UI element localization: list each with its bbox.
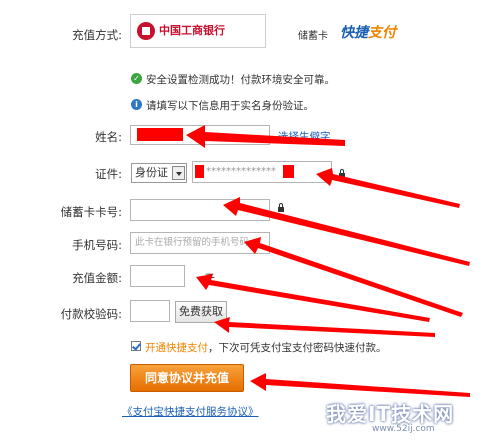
arrow-name [186, 125, 345, 148]
watermark-url: www.52ij.com [372, 424, 435, 434]
arrow-card [223, 197, 470, 266]
watermark: 我爱IT技术网 [326, 402, 455, 426]
arrow-submit [250, 373, 470, 397]
arrow-amount [196, 274, 430, 322]
arrow-code [214, 317, 435, 337]
arrow-id [316, 168, 460, 208]
annotation-arrows [186, 125, 470, 397]
